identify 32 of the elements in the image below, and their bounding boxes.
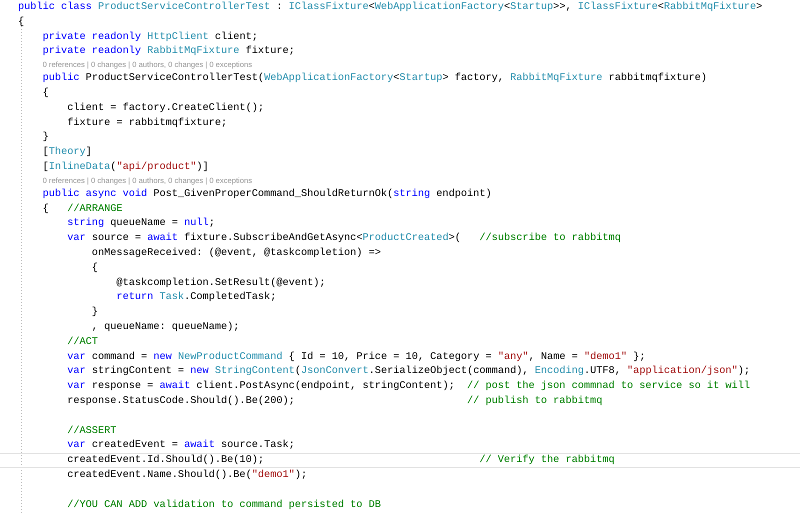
code-line: @taskcompletion.SetResult(@event);: [115, 276, 327, 290]
current-code-line: createdEvent.Id.Should().Be(10); // Verify the rabbitmq: [0, 453, 800, 468]
code-line: var command = new NewProductCommand { Id = 10, Price = 10, Category = "any", Name = "demo1" };: [66, 350, 646, 364]
code-line: var createdEvent = await source.Task;: [66, 438, 296, 454]
code-line: client = factory.CreateClient();: [66, 100, 266, 116]
code-editor[interactable]: [0, 0, 800, 513]
code-line: [InlineData("api/product")]: [42, 160, 210, 175]
code-line: return Task.CompletedTask;: [115, 290, 278, 306]
code-line: {: [90, 260, 99, 276]
code-line: [Theory]: [42, 145, 93, 160]
code-line: private readonly RabbitMqFixture fixture;: [42, 44, 296, 60]
code-line: onMessageReceived: (@event, @taskcompletion) =>: [90, 246, 382, 261]
code-line: }: [42, 130, 50, 146]
code-line: { //ARRANGE: [42, 202, 124, 216]
code-line: //YOU CAN ADD validation to command persisted to DB: [66, 498, 382, 512]
code-line: public class ProductServiceControllerTest : IClassFixture<WebApplicationFactory<Startup>>, IClassFixture<RabbitMqFixture>: [18, 0, 764, 15]
code-line: createdEvent.Name.Should().Be("demo1");: [66, 468, 308, 483]
code-line: }: [90, 305, 99, 320]
code-line: public async void Post_GivenProperCommand_ShouldReturnOk(string endpoint): [42, 186, 493, 202]
code-line: //ACT: [66, 334, 99, 350]
code-line: string queueName = null;: [66, 216, 216, 232]
code-line: {: [18, 14, 26, 30]
code-line: var source = await fixture.SubscribeAndGetAsync<ProductCreated>( //subscribe to rabbitmq: [66, 231, 622, 246]
code-line: response.StatusCode.Should().Be(200); // publish to rabbitmq: [66, 394, 604, 409]
code-line: public ProductServiceControllerTest(WebApplicationFactory<Startup> factory, RabbitMqFixture rabbitmqfixture): [42, 71, 708, 86]
code-line: {: [42, 86, 50, 101]
code-line: var stringContent = new StringContent(JsonConvert.SerializeObject(command), Encoding.UTF8, "application/json");: [66, 364, 752, 380]
code-line: , queueName: queueName);: [90, 320, 240, 335]
code-line: private readonly HttpClient client;: [42, 30, 259, 44]
code-line: var response = await client.PostAsync(endpoint, stringContent); // post the json commnad to service so it will: [66, 379, 751, 394]
code-line: //ASSERT: [66, 424, 118, 438]
code-line: fixture = rabbitmqfixture;: [66, 116, 228, 130]
